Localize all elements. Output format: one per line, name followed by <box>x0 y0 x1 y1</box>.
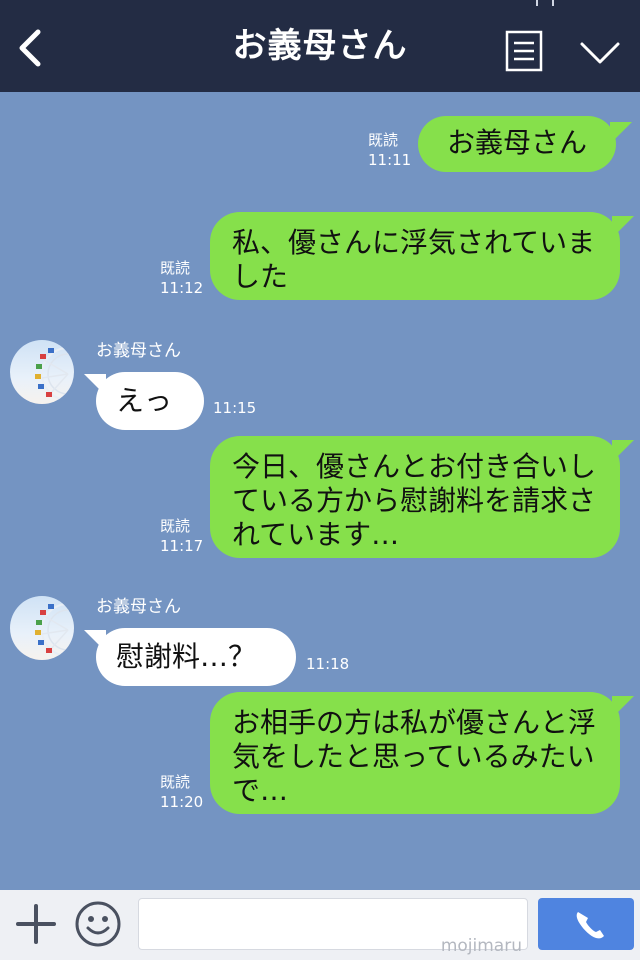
watermark: mojimaru <box>440 936 522 956</box>
message-meta: 既読 11:20 <box>160 772 203 812</box>
bubble-tail <box>610 122 632 144</box>
message-time: 11:18 <box>306 655 350 673</box>
incoming-bubble[interactable]: 慰謝料…？ <box>96 628 296 686</box>
message-list[interactable]: 既読 11:11 お義母さん 既読 11:12 私、優さんに浮気されていました <box>0 92 640 890</box>
chat-header: お義母さん <box>0 0 640 92</box>
outgoing-bubble[interactable]: 私、優さんに浮気されていました <box>210 212 620 300</box>
dropdown-button[interactable] <box>576 36 624 68</box>
message-row: お義母さん えっ 11:15 <box>0 336 640 436</box>
read-label: 既読 <box>368 131 399 149</box>
message-row: お義母さん 慰謝料…？ 11:18 <box>0 592 640 692</box>
ferris-wheel-icon <box>35 603 74 657</box>
message-row: 既読 11:11 お義母さん <box>0 112 640 176</box>
read-label: 既読 <box>160 773 191 791</box>
chevron-down-icon <box>580 42 620 64</box>
phone-icon <box>576 912 604 939</box>
notes-icon <box>505 30 543 72</box>
bubble-tail <box>612 696 634 718</box>
notes-button[interactable] <box>504 30 544 72</box>
message-row: 既読 11:20 お相手の方は私が優さんと浮気をしたと思っているみたいで… <box>0 688 640 816</box>
message-meta: 既読 11:11 <box>368 130 411 170</box>
message-row: 既読 11:12 私、優さんに浮気されていました <box>0 208 640 300</box>
bubble-tail <box>612 440 634 462</box>
message-time: 11:12 <box>160 279 204 297</box>
input-bar: mojimaru <box>0 890 640 960</box>
plus-icon <box>16 904 56 944</box>
message-time: 11:15 <box>213 399 257 417</box>
message-time: 11:11 <box>368 151 412 169</box>
chat-title: お義母さん <box>232 26 408 66</box>
outgoing-bubble[interactable]: お相手の方は私が優さんと浮気をしたと思っているみたいで… <box>210 692 620 814</box>
read-label: 既読 <box>160 517 191 535</box>
outgoing-bubble[interactable]: 今日、優さんとお付き合いしている方から慰謝料を請求されています… <box>210 436 620 558</box>
message-time: 11:17 <box>160 537 204 555</box>
emoji-button[interactable] <box>74 900 122 948</box>
avatar[interactable] <box>10 596 74 660</box>
ferris-wheel-icon <box>35 347 74 401</box>
message-meta: 既読 11:17 <box>160 516 203 556</box>
sender-name: お義母さん <box>96 341 181 361</box>
sender-name: お義母さん <box>96 597 181 617</box>
smiley-icon <box>75 901 121 947</box>
bubble-tail <box>612 216 634 238</box>
call-button[interactable] <box>538 898 634 950</box>
avatar[interactable] <box>10 340 74 404</box>
add-button[interactable] <box>16 904 56 944</box>
incoming-bubble[interactable]: えっ <box>96 372 204 430</box>
message-row: 既読 11:17 今日、優さんとお付き合いしている方から慰謝料を請求されています… <box>0 432 640 560</box>
outgoing-bubble[interactable]: お義母さん <box>418 116 616 172</box>
message-meta: 既読 11:12 <box>160 258 203 298</box>
status-indicator <box>536 0 554 6</box>
message-time: 11:20 <box>160 793 204 811</box>
read-label: 既読 <box>160 259 191 277</box>
